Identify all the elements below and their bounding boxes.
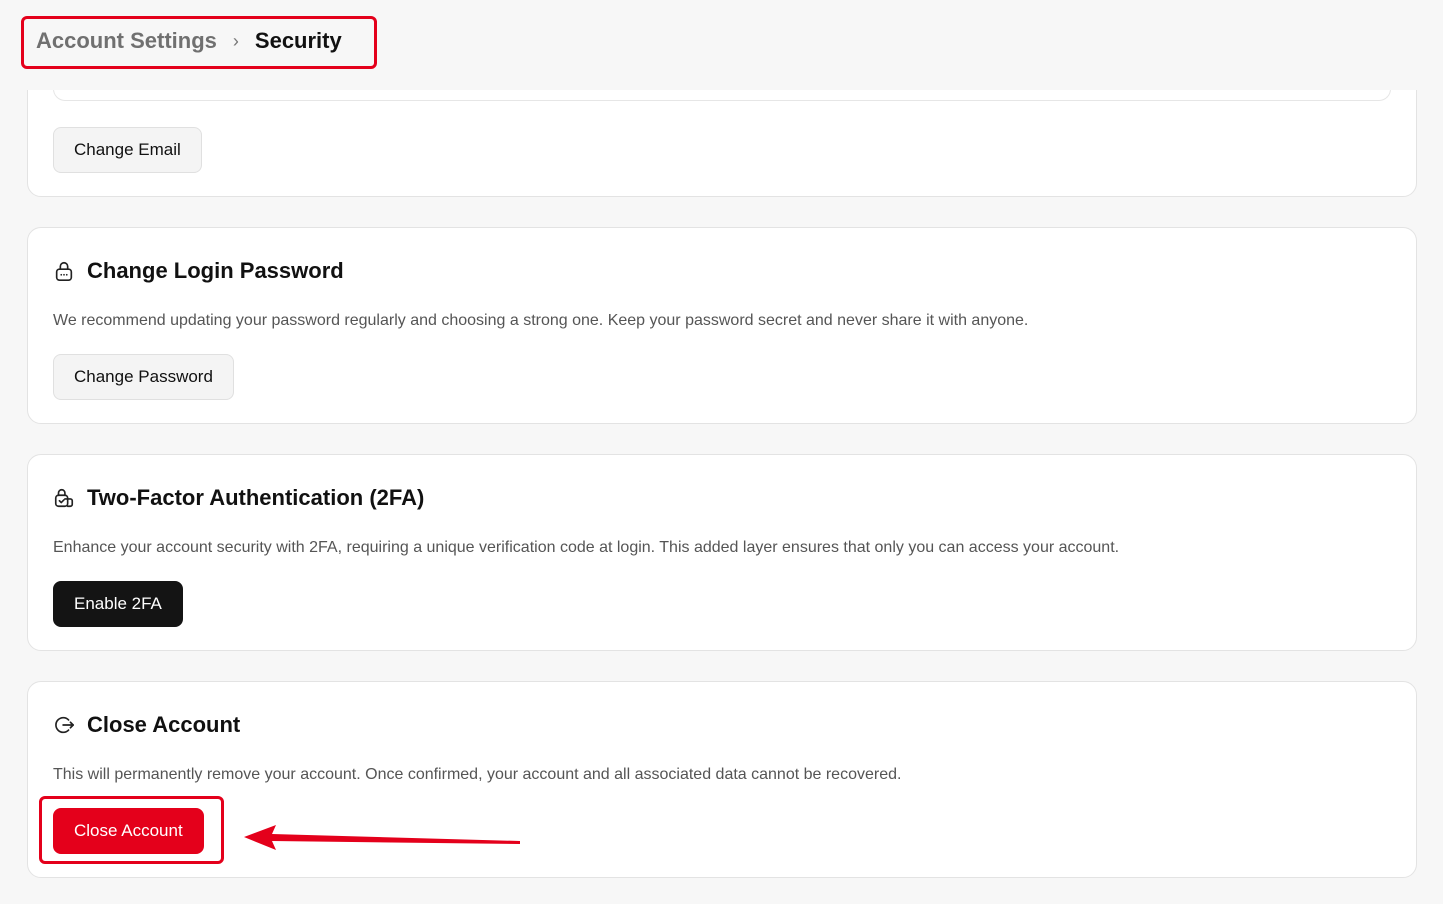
twofa-card-header: Two-Factor Authentication (2FA)	[53, 485, 424, 511]
lock-icon	[53, 260, 75, 282]
breadcrumb: Account Settings › Security	[22, 16, 372, 66]
breadcrumb-account-settings[interactable]: Account Settings	[36, 28, 217, 54]
annotation-arrow-icon	[244, 825, 520, 850]
password-card-description: We recommend updating your password regu…	[53, 312, 1029, 329]
close-account-card-title: Close Account	[87, 712, 241, 737]
close-account-card-description: This will permanently remove your accoun…	[53, 766, 902, 783]
enable-2fa-button[interactable]: Enable 2FA	[53, 581, 183, 627]
change-password-button[interactable]: Change Password	[53, 354, 234, 400]
twofa-card-description: Enhance your account security with 2FA, …	[53, 539, 1120, 556]
close-account-button[interactable]: Close Account	[53, 808, 204, 854]
twofa-card: Two-Factor Authentication (2FA) Enhance …	[27, 454, 1417, 651]
change-email-button[interactable]: Change Email	[53, 127, 202, 173]
password-card: Change Login Password We recommend updat…	[27, 227, 1417, 424]
twofa-card-title: Two-Factor Authentication (2FA)	[87, 485, 425, 510]
security-settings-page: Account Settings › Security Change Email…	[0, 0, 1443, 904]
password-card-title: Change Login Password	[87, 258, 344, 283]
shield-lock-icon	[53, 487, 75, 509]
logout-icon	[53, 714, 75, 736]
close-account-card-header: Close Account	[53, 712, 240, 738]
breadcrumb-security: Security	[254, 28, 342, 53]
chevron-right-icon: ›	[232, 30, 239, 51]
password-card-header: Change Login Password	[53, 258, 344, 284]
